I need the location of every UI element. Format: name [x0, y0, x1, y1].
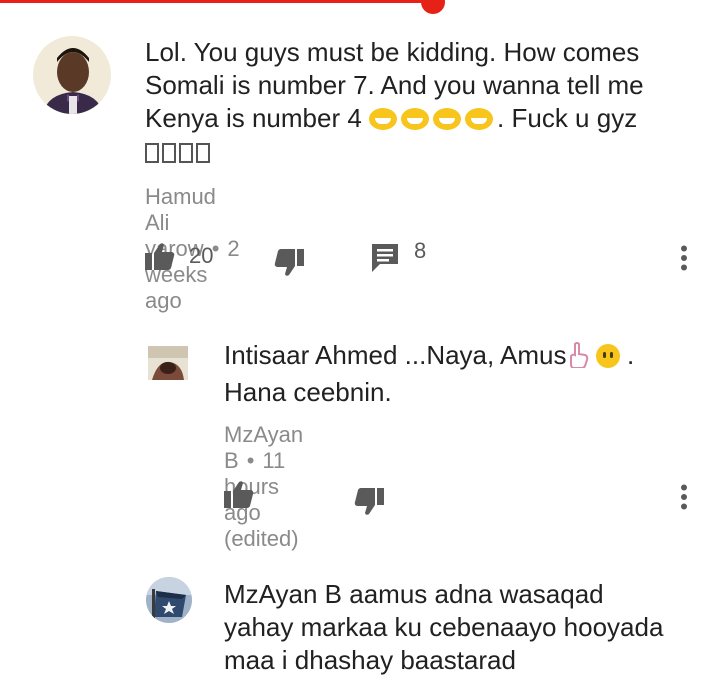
dislike-button[interactable] — [274, 249, 304, 277]
grin-emoji-icon — [433, 108, 462, 130]
unrendered-glyph-icon — [162, 143, 176, 163]
like-button[interactable] — [224, 480, 254, 508]
more-vert-icon — [680, 245, 688, 271]
video-progress-bar[interactable] — [0, 0, 433, 3]
more-options-button[interactable] — [680, 484, 688, 510]
face-emoji-icon — [595, 344, 620, 368]
avatar[interactable] — [148, 346, 188, 380]
grin-emoji-icon — [401, 108, 430, 130]
like-count: 20 — [189, 243, 214, 268]
thumbs-up-icon — [224, 480, 254, 508]
comment-text: Lol. You guys must be kidding. How comes… — [145, 36, 705, 168]
unrendered-glyph-icon — [145, 143, 159, 163]
grin-emoji-icon — [369, 108, 398, 130]
pointing-hand-icon — [567, 342, 589, 376]
thumbs-up-icon — [145, 242, 175, 270]
dislike-button[interactable] — [354, 488, 384, 516]
grin-emoji-icon — [465, 108, 494, 130]
unrendered-glyph-icon — [196, 143, 210, 163]
more-vert-icon — [680, 484, 688, 510]
reply-count: 8 — [414, 238, 427, 263]
more-options-button[interactable] — [680, 245, 688, 271]
unrendered-glyph-icon — [179, 143, 193, 163]
progress-scrubber-handle[interactable] — [421, 0, 445, 14]
comment-text: MzAyan B aamus adna wasaqad yahay markaa… — [224, 579, 664, 675]
comment-bubble-icon — [372, 244, 400, 272]
reply-button[interactable]: 8 — [372, 238, 426, 272]
like-button[interactable]: 20 — [145, 242, 213, 270]
thumbs-down-icon — [274, 249, 304, 277]
thumbs-down-icon — [354, 488, 384, 516]
comment-text: Intisaar Ahmed ...Naya, Amus . Hana ceeb… — [224, 340, 635, 407]
avatar[interactable] — [146, 577, 192, 623]
avatar[interactable] — [33, 36, 111, 114]
